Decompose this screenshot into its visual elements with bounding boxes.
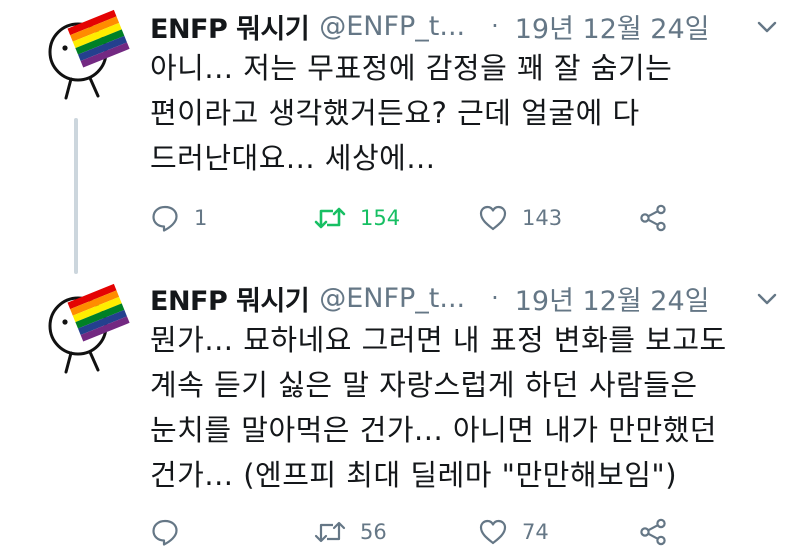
- reply-button[interactable]: 1: [150, 203, 207, 233]
- reply-icon: [150, 203, 180, 233]
- tweet-text-line: 뭔가... 묘하네요 그러면 내 표정 변화를 보고도: [150, 323, 727, 357]
- like-count: 74: [522, 520, 549, 544]
- heart-icon: [478, 203, 508, 233]
- user-handle[interactable]: @ENFP_t...: [319, 283, 465, 314]
- user-handle[interactable]: @ENFP_t...: [319, 11, 465, 42]
- retweet-icon: [314, 517, 346, 547]
- tweet-header: ENFP 뭐시기 @ENFP_t... · 19년 12월 24일: [150, 278, 780, 318]
- timestamp[interactable]: 19년 12월 24일: [515, 279, 710, 318]
- tweet-actions: 56 74: [150, 512, 780, 552]
- share-button[interactable]: [638, 517, 668, 547]
- timestamp[interactable]: 19년 12월 24일: [515, 7, 710, 46]
- chevron-down-icon[interactable]: [754, 286, 780, 312]
- display-name[interactable]: ENFP 뭐시기: [150, 279, 310, 318]
- retweet-button[interactable]: 154: [314, 203, 400, 233]
- heart-icon: [478, 517, 508, 547]
- display-name[interactable]: ENFP 뭐시기: [150, 7, 310, 46]
- tweet-text: 뭔가... 묘하네요 그러면 내 표정 변화를 보고도 계속 듣기 싫은 말 자…: [150, 318, 780, 498]
- tweet[interactable]: ENFP 뭐시기 @ENFP_t... · 19년 12월 24일 아니... …: [0, 0, 800, 270]
- separator-dot: ·: [491, 284, 499, 312]
- reply-icon: [150, 517, 180, 547]
- retweet-count: 56: [360, 520, 387, 544]
- tweet-header: ENFP 뭐시기 @ENFP_t... · 19년 12월 24일: [150, 6, 780, 46]
- reply-button[interactable]: [150, 517, 194, 547]
- tweet[interactable]: ENFP 뭐시기 @ENFP_t... · 19년 12월 24일 뭔가... …: [0, 272, 800, 558]
- chevron-down-icon[interactable]: [754, 14, 780, 40]
- share-icon: [638, 517, 668, 547]
- retweet-count: 154: [360, 206, 401, 230]
- share-icon: [638, 203, 668, 233]
- tweet-text-line: 계속 듣기 싫은 말 자랑스럽게 하던 사람들은: [150, 368, 698, 402]
- tweet-actions: 1 154 143: [150, 198, 780, 238]
- tweet-text-line: 편이라고 생각했거든요? 근데 얼굴에 다: [150, 96, 640, 130]
- share-button[interactable]: [638, 203, 668, 233]
- tweet-text-line: 아니... 저는 무표정에 감정을 꽤 잘 숨기는: [150, 51, 673, 85]
- separator-dot: ·: [491, 12, 499, 40]
- tweet-text: 아니... 저는 무표정에 감정을 꽤 잘 숨기는 편이라고 생각했거든요? 근…: [150, 46, 780, 181]
- retweet-icon: [314, 203, 346, 233]
- tweet-text-line: 건가... (엔프피 최대 딜레마 "만만해보임"): [150, 458, 678, 492]
- reply-count: 1: [194, 206, 208, 230]
- tweet-text-line: 눈치를 말아먹은 건가... 아니면 내가 만만했던: [150, 413, 717, 447]
- avatar[interactable]: [38, 280, 130, 376]
- like-button[interactable]: 74: [478, 517, 549, 547]
- avatar[interactable]: [38, 6, 130, 102]
- retweet-button[interactable]: 56: [314, 517, 387, 547]
- tweet-text-line: 드러난대요... 세상에...: [150, 141, 436, 175]
- like-button[interactable]: 143: [478, 203, 562, 233]
- like-count: 143: [522, 206, 563, 230]
